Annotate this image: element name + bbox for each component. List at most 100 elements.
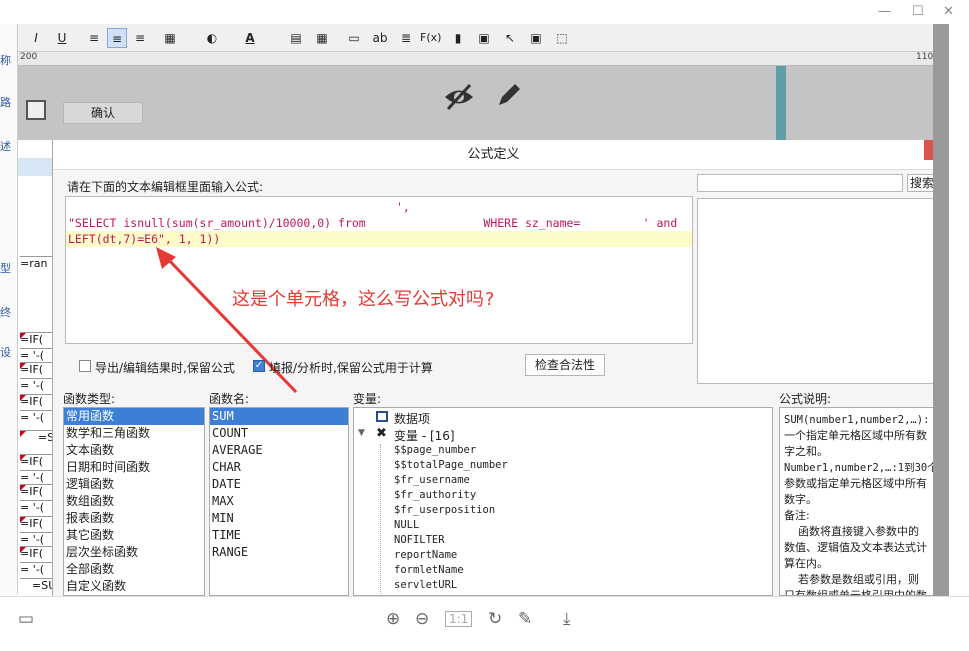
list-item[interactable]: 日期和时间函数 — [64, 459, 204, 476]
list-item[interactable]: 逻辑函数 — [64, 476, 204, 493]
list-item[interactable]: 文本函数 — [64, 442, 204, 459]
calendar-icon[interactable] — [26, 100, 46, 120]
variable-group-label[interactable]: 变量 - [16] — [394, 427, 455, 444]
sheet-cell[interactable]: =IF( — [20, 454, 54, 470]
window-controls: — ☐ ✕ — [0, 0, 969, 24]
download-icon[interactable]: ⤓ — [563, 609, 571, 629]
variable-item[interactable]: $fr_authority — [394, 489, 476, 501]
variable-item[interactable]: servletURL — [394, 579, 457, 591]
function-name-list[interactable]: SUM COUNT AVERAGE CHAR DATE MAX MIN TIME… — [209, 407, 349, 596]
code-line: ', — [396, 200, 410, 214]
list-item[interactable]: COUNT — [210, 425, 348, 442]
sheet-cell[interactable]: =IF( — [20, 332, 54, 348]
list-item[interactable]: MAX — [210, 493, 348, 510]
formula-editor[interactable]: ', "SELECT isnull(sum(sr_amount)/10000,0… — [65, 196, 693, 394]
export-checkbox[interactable] — [79, 360, 91, 372]
formula-button[interactable]: F(x) — [420, 28, 441, 48]
check-validity-button[interactable]: 检查合法性 — [525, 354, 605, 376]
variable-item[interactable]: reportName — [394, 549, 457, 561]
pencil-icon[interactable] — [494, 80, 524, 110]
list-item[interactable]: 层次坐标函数 — [64, 544, 204, 561]
fit-icon[interactable]: 1:1 — [445, 611, 473, 627]
variable-item[interactable]: NULL — [394, 519, 419, 531]
hide-icon[interactable] — [442, 82, 476, 112]
frame-button[interactable]: ⬚ — [552, 28, 572, 48]
list-item[interactable]: AVERAGE — [210, 442, 348, 459]
list-item[interactable]: TIME — [210, 527, 348, 544]
list-item[interactable]: RANGE — [210, 544, 348, 561]
subreport-button[interactable]: ▣ — [526, 28, 546, 48]
align-center-button[interactable]: ≡ — [107, 28, 127, 48]
close-icon[interactable]: ✕ — [943, 4, 954, 19]
list-item[interactable]: MIN — [210, 510, 348, 527]
align-right-button[interactable]: ≡ — [130, 28, 150, 48]
right-scrollbar[interactable] — [933, 24, 949, 596]
chart-button[interactable]: ▮ — [448, 28, 468, 48]
variable-item[interactable]: $$page_number — [394, 444, 476, 456]
sheet-cell[interactable]: =IF( — [20, 546, 54, 562]
merge-cells-button[interactable]: ▤ — [286, 28, 306, 48]
description-line: 只有数组或单元格引用中的数 — [784, 589, 927, 596]
list-item[interactable]: 报表函数 — [64, 510, 204, 527]
edit-icon[interactable]: ✎ — [518, 609, 532, 629]
sheet-cell[interactable]: = '-( — [20, 410, 54, 426]
text-button[interactable]: ab — [370, 28, 390, 48]
format-toolbar: I U ≡ ≡ ≡ ▦ ◐ A ▤ ▦ ▭ ab ≣ F(x) ▮ ▣ ↖ ▣ … — [18, 24, 933, 52]
variable-item[interactable]: $fr_username — [394, 474, 470, 486]
italic-button[interactable]: I — [26, 28, 46, 48]
richtext-button[interactable]: ≣ — [396, 28, 416, 48]
sheet-cell[interactable]: =SU — [20, 578, 54, 594]
list-item[interactable]: CHAR — [210, 459, 348, 476]
sheet-cell[interactable]: = '-( — [20, 500, 54, 516]
list-item[interactable]: DATE — [210, 476, 348, 493]
underline-button[interactable]: U — [52, 28, 72, 48]
layout-icon[interactable]: ▭ — [18, 609, 34, 629]
variables-tree[interactable]: 数据项 ▼ ✖ 变量 - [16] $$page_number $$totalP… — [353, 407, 773, 596]
search-input[interactable] — [697, 174, 903, 192]
zoom-out-icon[interactable]: ⊖ — [415, 609, 429, 629]
sheet-cell[interactable]: = '-( — [20, 562, 54, 578]
sheet-cell[interactable]: =IF( — [20, 362, 54, 378]
data-item-label[interactable]: 数据项 — [394, 410, 430, 427]
description-line: SUM(number1,number2,…): — [784, 414, 930, 426]
sheet-cell[interactable]: =ran — [20, 256, 54, 272]
list-item[interactable]: 全部函数 — [64, 561, 204, 578]
split-cells-button[interactable]: ▦ — [312, 28, 332, 48]
sheet-cell[interactable]: =IF( — [20, 516, 54, 532]
border-button[interactable]: ▦ — [160, 28, 180, 48]
variable-group-icon: ✖ — [376, 426, 387, 441]
chevron-down-icon[interactable]: ▼ — [358, 428, 365, 438]
function-type-list[interactable]: 常用函数 数学和三角函数 文本函数 日期和时间函数 逻辑函数 数组函数 报表函数… — [63, 407, 205, 596]
description-line: Number1,number2,…:1到30个 — [784, 462, 937, 474]
list-item[interactable]: 自定义函数 — [64, 578, 204, 595]
list-item[interactable]: 数学和三角函数 — [64, 425, 204, 442]
slash-button[interactable]: ↖ — [500, 28, 520, 48]
rotate-icon[interactable]: ↻ — [488, 609, 502, 629]
list-item[interactable]: 常用函数 — [64, 408, 204, 425]
search-results[interactable] — [697, 198, 937, 384]
variable-item[interactable]: NOFILTER — [394, 534, 445, 546]
image-button[interactable]: ▣ — [474, 28, 494, 48]
list-item[interactable]: SUM — [210, 408, 348, 425]
sheet-cell[interactable]: =IF( — [20, 394, 54, 410]
sheet-cell[interactable]: =IF( — [20, 484, 54, 500]
align-left-button[interactable]: ≡ — [84, 28, 104, 48]
fill-checkbox[interactable]: ✓ — [253, 360, 265, 372]
sheet-cell[interactable]: =S — [20, 430, 54, 446]
list-item[interactable]: 数组函数 — [64, 493, 204, 510]
maximize-icon[interactable]: ☐ — [912, 4, 924, 19]
formula-dialog: 公式定义 请在下面的文本编辑框里面输入公式: ', "SELECT isnull… — [52, 140, 937, 596]
variable-item[interactable]: $fr_userposition — [394, 504, 495, 516]
minimize-icon[interactable]: — — [878, 4, 891, 19]
sheet-cell[interactable]: = '-( — [20, 378, 54, 394]
sidebar-label: 设 — [0, 346, 11, 359]
sidebar-label: 述 — [0, 140, 11, 153]
list-item[interactable]: 其它函数 — [64, 527, 204, 544]
zoom-in-icon[interactable]: ⊕ — [386, 609, 400, 629]
fill-color-button[interactable]: ◐ — [202, 28, 222, 48]
font-color-button[interactable]: A — [240, 28, 260, 48]
variable-item[interactable]: formletName — [394, 564, 464, 576]
variable-item[interactable]: $$totalPage_number — [394, 459, 508, 471]
textbox-button[interactable]: ▭ — [344, 28, 364, 48]
confirm-button[interactable]: 确认 — [63, 102, 143, 124]
